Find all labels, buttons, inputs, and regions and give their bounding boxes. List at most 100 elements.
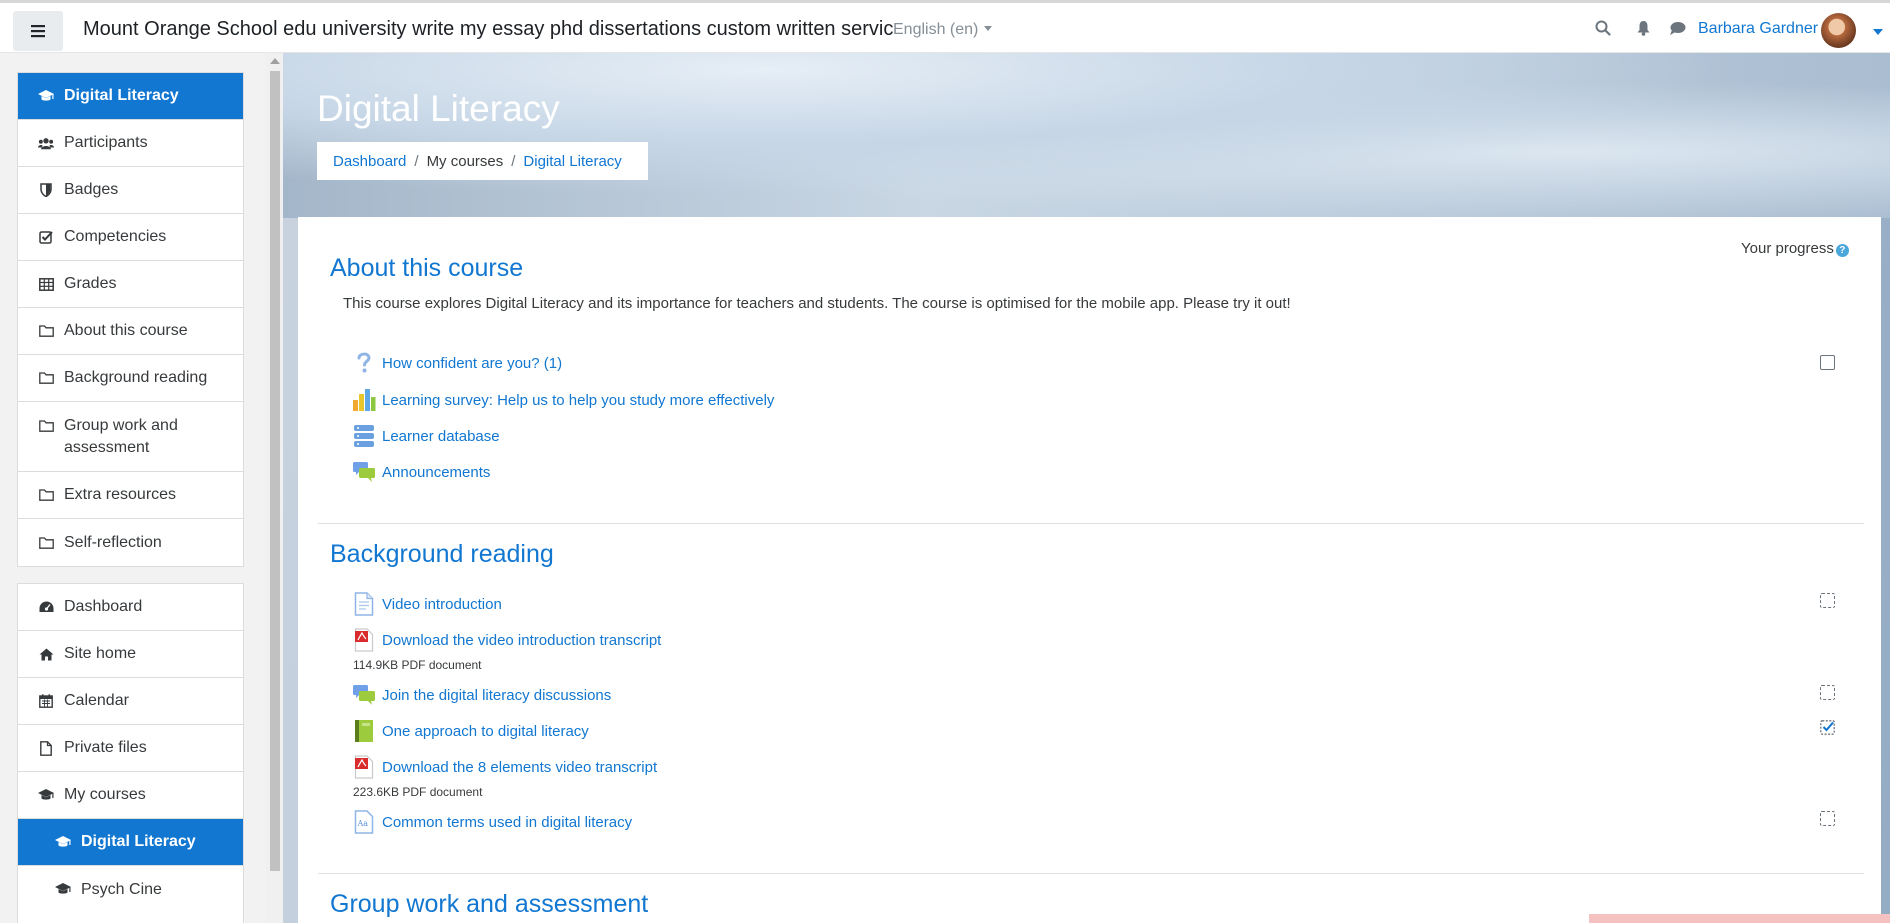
- svg-text:Aa: Aa: [357, 819, 369, 828]
- activity-link[interactable]: Download the 8 elements video transcript: [382, 759, 657, 776]
- user-menu-chevron-icon[interactable]: [1873, 29, 1883, 35]
- activity-link[interactable]: Learner database: [382, 428, 500, 445]
- nav-item-participants[interactable]: Participants: [18, 120, 243, 167]
- nav-item-label: Site home: [64, 645, 137, 662]
- activity-learner-database[interactable]: Learner database: [352, 424, 500, 448]
- nav-item-group-work[interactable]: Group work and assessment: [18, 402, 243, 472]
- top-navbar: Mount Orange School edu university write…: [0, 0, 1890, 53]
- breadcrumb-dashboard[interactable]: Dashboard: [333, 153, 406, 170]
- folder-icon: [38, 370, 54, 386]
- bell-icon[interactable]: [1636, 20, 1651, 36]
- activity-video-introduction[interactable]: Video introduction: [352, 592, 502, 616]
- drawer-scrollbar[interactable]: [266, 53, 283, 923]
- completion-checkbox-checked[interactable]: [1820, 720, 1835, 735]
- hamburger-icon: [31, 25, 45, 38]
- nav-item-label: Digital Literacy: [81, 833, 196, 850]
- activity-link[interactable]: Download the video introduction transcri…: [382, 632, 661, 649]
- nav-item-label: Digital Literacy: [64, 87, 179, 104]
- nav-item-dashboard[interactable]: Dashboard: [18, 584, 243, 631]
- completion-checkbox[interactable]: [1820, 355, 1835, 370]
- book-icon: [352, 719, 376, 743]
- page-icon: [352, 592, 376, 616]
- chevron-down-icon: [984, 26, 993, 31]
- nav-item-competencies[interactable]: Competencies: [18, 214, 243, 261]
- your-progress: Your progress?: [1741, 240, 1849, 257]
- activity-join-discussions[interactable]: Join the digital literacy discussions: [352, 683, 611, 707]
- activity-learning-survey[interactable]: Learning survey: Help us to help you stu…: [352, 388, 774, 412]
- nav-item-badges[interactable]: Badges: [18, 167, 243, 214]
- language-label: English (en): [893, 21, 979, 38]
- activity-download-8-elements[interactable]: Download the 8 elements video transcript: [352, 755, 657, 779]
- activity-one-approach[interactable]: One approach to digital literacy: [352, 719, 589, 743]
- nav-item-about-this-course[interactable]: About this course: [18, 308, 243, 355]
- graduation-cap-icon: [55, 834, 71, 850]
- help-icon[interactable]: ?: [1835, 244, 1849, 257]
- scrollbar-thumb[interactable]: [270, 71, 280, 871]
- nav-item-digital-literacy[interactable]: Digital Literacy: [18, 73, 243, 120]
- site-name[interactable]: Mount Orange School edu university write…: [83, 18, 893, 41]
- activity-link[interactable]: Join the digital literacy discussions: [382, 687, 611, 704]
- section-title-group-work[interactable]: Group work and assessment: [330, 890, 648, 919]
- progress-label: Your progress: [1741, 240, 1834, 257]
- activity-link[interactable]: Video introduction: [382, 596, 502, 613]
- nav-item-calendar[interactable]: Calendar: [18, 678, 243, 725]
- users-icon: [38, 135, 54, 151]
- activity-download-transcript[interactable]: Download the video introduction transcri…: [352, 628, 661, 652]
- activity-link[interactable]: Learning survey: Help us to help you stu…: [382, 392, 774, 409]
- nav-item-my-courses[interactable]: My courses: [18, 772, 243, 819]
- nav-item-background-reading[interactable]: Background reading: [18, 355, 243, 402]
- breadcrumb-separator: /: [414, 152, 419, 170]
- activity-common-terms[interactable]: Aa Common terms used in digital literacy: [352, 810, 632, 834]
- nav-item-self-reflection[interactable]: Self-reflection: [18, 519, 243, 566]
- section-title-background-reading[interactable]: Background reading: [330, 540, 554, 569]
- scroll-up-arrow-icon[interactable]: [270, 58, 280, 64]
- nav-item-label: Background reading: [64, 369, 208, 386]
- question-icon: [352, 351, 376, 375]
- folder-icon: [38, 487, 54, 503]
- calendar-icon: [38, 693, 54, 709]
- nav-item-private-files[interactable]: Private files: [18, 725, 243, 772]
- database-icon: [352, 424, 376, 448]
- section-summary: This course explores Digital Literacy an…: [343, 295, 1291, 312]
- activity-link[interactable]: Announcements: [382, 464, 490, 481]
- nav-item-label: Participants: [64, 134, 148, 151]
- section-divider: [318, 523, 1864, 524]
- graduation-cap-icon: [38, 88, 54, 104]
- breadcrumb: Dashboard / My courses / Digital Literac…: [317, 142, 648, 180]
- graduation-cap-icon: [38, 787, 54, 803]
- drawer-toggle-button[interactable]: [13, 11, 63, 51]
- notification-toast[interactable]: [1589, 914, 1890, 923]
- activity-link[interactable]: Common terms used in digital literacy: [382, 814, 632, 831]
- pdf-icon: [352, 628, 376, 652]
- section-title-about[interactable]: About this course: [330, 254, 523, 283]
- breadcrumb-digital-literacy[interactable]: Digital Literacy: [523, 153, 621, 170]
- completion-checkbox[interactable]: [1820, 593, 1835, 608]
- nav-item-label: Extra resources: [64, 486, 177, 503]
- completion-checkbox[interactable]: [1820, 685, 1835, 700]
- nav-item-extra-resources[interactable]: Extra resources: [18, 472, 243, 519]
- nav-item-digital-literacy-course[interactable]: Digital Literacy: [18, 819, 243, 866]
- language-menu[interactable]: English (en): [893, 21, 993, 39]
- chat-icon[interactable]: [1669, 21, 1686, 36]
- nav-item-grades[interactable]: Grades: [18, 261, 243, 308]
- activity-link[interactable]: How confident are you? (1): [382, 355, 562, 372]
- activity-announcements[interactable]: Announcements: [352, 460, 490, 484]
- nav-item-label: Group work and assessment: [64, 417, 178, 456]
- user-menu-name[interactable]: Barbara Gardner: [1698, 20, 1818, 38]
- nav-item-site-home[interactable]: Site home: [18, 631, 243, 678]
- folder-icon: [38, 323, 54, 339]
- table-icon: [38, 276, 54, 292]
- home-icon: [38, 646, 54, 662]
- avatar[interactable]: [1821, 13, 1856, 48]
- nav-item-psych-cine[interactable]: Psych Cine: [18, 866, 243, 913]
- completion-checkbox[interactable]: [1820, 811, 1835, 826]
- page-header-banner: [283, 53, 1890, 218]
- search-icon[interactable]: [1595, 20, 1611, 36]
- forum-icon: [352, 683, 376, 707]
- activity-how-confident[interactable]: How confident are you? (1): [352, 351, 562, 375]
- resource-details: 223.6KB PDF document: [353, 785, 483, 799]
- nav-item-label: My courses: [64, 786, 146, 803]
- site-nav-list: Dashboard Site home Calendar Private fil…: [17, 583, 244, 923]
- nav-item-label: Psych Cine: [81, 880, 162, 898]
- activity-link[interactable]: One approach to digital literacy: [382, 723, 589, 740]
